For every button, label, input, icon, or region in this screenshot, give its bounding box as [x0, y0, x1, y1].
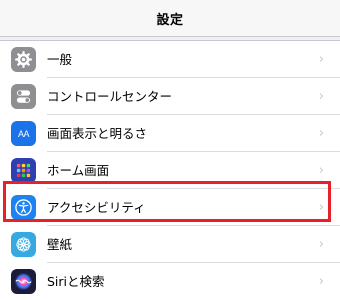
settings-row-wallpaper[interactable]: 壁紙 › — [0, 226, 340, 263]
chevron-right-icon: › — [318, 163, 324, 178]
settings-row-label: 画面表示と明るさ — [47, 126, 148, 141]
text-size-icon: AA — [11, 121, 36, 146]
settings-row-label: 壁紙 — [47, 237, 73, 252]
settings-row-label: Siriと検索 — [47, 274, 105, 289]
settings-row-label: ホーム画面 — [47, 163, 110, 178]
settings-row-accessibility[interactable]: アクセシビリティ › — [0, 189, 340, 226]
accessibility-icon — [11, 195, 36, 220]
toggles-icon — [11, 84, 36, 109]
chevron-right-icon: › — [318, 274, 324, 289]
wallpaper-flower-icon — [11, 232, 36, 257]
settings-row-control-center[interactable]: コントロールセンター › — [0, 78, 340, 115]
settings-row-label: 一般 — [47, 52, 73, 67]
settings-row-label: コントロールセンター — [47, 89, 173, 104]
page-title: 設定 — [156, 12, 184, 28]
gear-icon — [11, 47, 36, 72]
home-grid-icon — [11, 158, 36, 183]
chevron-right-icon: › — [318, 89, 324, 104]
settings-row-display-brightness[interactable]: AA 画面表示と明るさ › — [0, 115, 340, 152]
settings-row-general[interactable]: 一般 › — [0, 41, 340, 78]
chevron-right-icon: › — [318, 52, 324, 67]
settings-row-siri-search[interactable]: Siriと検索 › — [0, 263, 340, 300]
settings-list: 一般 › コントロールセンター › AA 画面表示と明るさ › ホーム画面 › … — [0, 40, 340, 300]
siri-icon — [11, 269, 36, 294]
settings-row-label: アクセシビリティ — [47, 200, 146, 215]
chevron-right-icon: › — [318, 237, 324, 252]
chevron-right-icon: › — [318, 126, 324, 141]
settings-row-home-screen[interactable]: ホーム画面 › — [0, 152, 340, 189]
navigation-bar: 設定 — [0, 0, 340, 37]
chevron-right-icon: › — [318, 200, 324, 215]
